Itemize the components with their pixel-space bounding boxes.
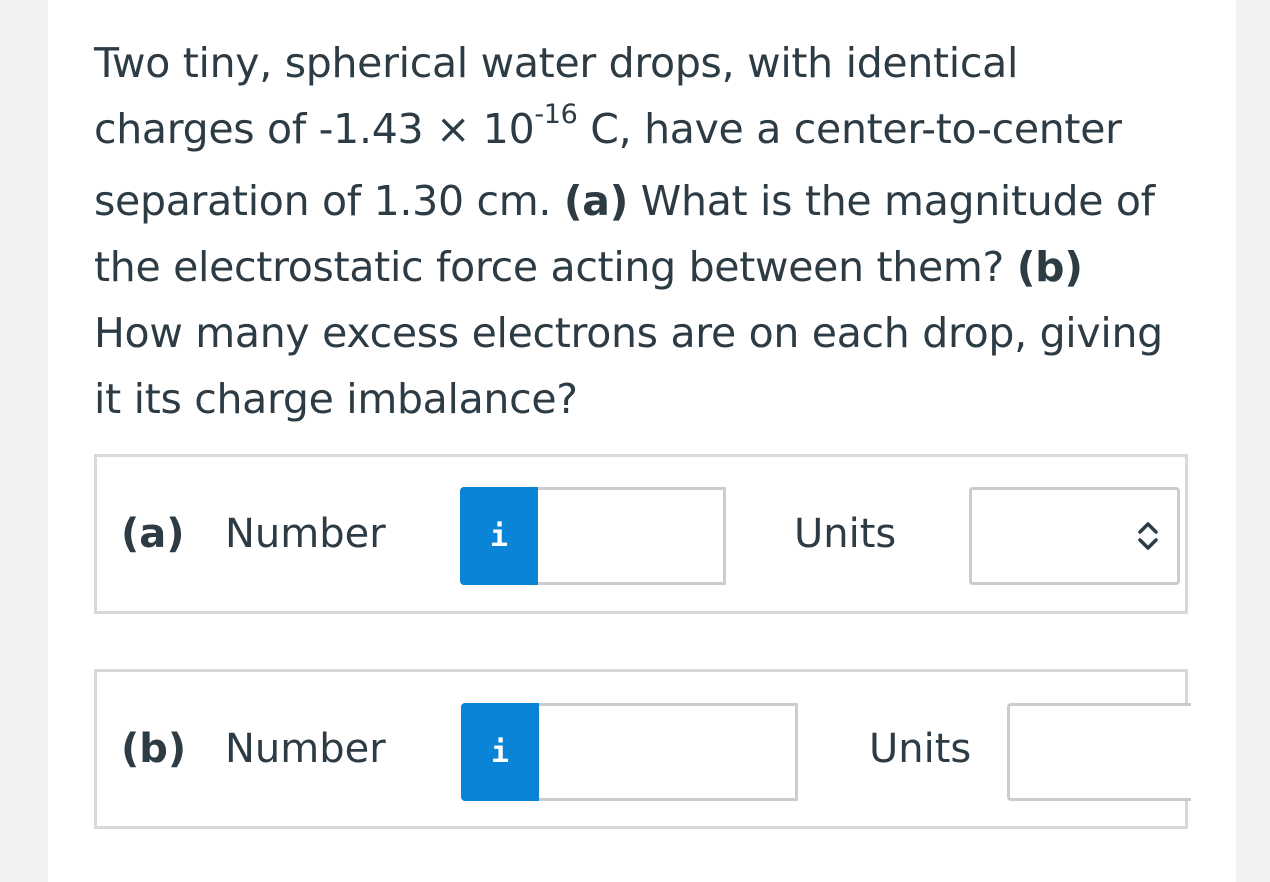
- part-b-units-select[interactable]: [1007, 703, 1191, 801]
- part-b-number-label: Number: [225, 726, 386, 772]
- part-a-letter: (a): [121, 511, 185, 557]
- question-line-2: charges of -1.43 × 10-16 C, have a cente…: [94, 96, 1184, 168]
- answer-part-a: (a) Number i Units: [94, 454, 1188, 614]
- question-line-2-rest: C, have a center-to-center: [577, 105, 1122, 153]
- part-a-info-icon[interactable]: i: [460, 487, 538, 585]
- question-line-5: How many excess electrons are on each dr…: [94, 309, 1163, 357]
- chevron-up-down-icon: [1138, 522, 1158, 550]
- question-line-4: the electrostatic force acting between t…: [94, 234, 1184, 300]
- part-b-number-input[interactable]: [539, 703, 798, 801]
- question-line-2-text: charges of -1.43 × 10: [94, 105, 535, 153]
- part-b-info-icon[interactable]: i: [461, 703, 539, 801]
- question-text: Two tiny, spherical water drops, with id…: [94, 30, 1184, 432]
- info-icon-glyph: i: [489, 518, 509, 554]
- question-line-4-text: the electrostatic force acting between t…: [94, 243, 1017, 291]
- question-line-3-text: separation of 1.30 cm.: [94, 177, 564, 225]
- part-b-letter: (b): [121, 726, 187, 772]
- part-a-units-label: Units: [794, 511, 897, 557]
- part-b-marker: (b): [1016, 243, 1083, 291]
- part-b-units-label: Units: [869, 726, 972, 772]
- exponent: -16: [534, 99, 578, 130]
- info-icon-glyph: i: [490, 734, 510, 770]
- answer-part-b: (b) Number i Units: [94, 669, 1191, 829]
- question-line-3-rest: What is the magnitude of: [628, 177, 1155, 225]
- part-a-units-select[interactable]: [969, 487, 1180, 585]
- part-a-marker: (a): [563, 177, 629, 225]
- question-line-1: Two tiny, spherical water drops, with id…: [94, 39, 1019, 87]
- part-a-number-input[interactable]: [538, 487, 726, 585]
- part-a-number-label: Number: [225, 511, 386, 557]
- question-line-3: separation of 1.30 cm. (a) What is the m…: [94, 168, 1184, 234]
- question-line-6: it its charge imbalance?: [94, 375, 578, 423]
